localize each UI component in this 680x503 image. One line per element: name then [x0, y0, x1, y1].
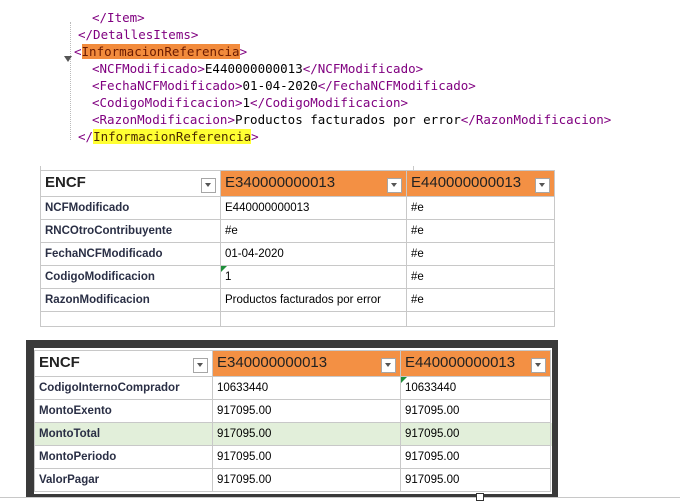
table-row: RNCOtroContribuyente #e #e [40, 219, 555, 243]
dropdown-arrow-icon[interactable] [535, 178, 550, 193]
table-row: CodigoModificacion 1 #e [40, 265, 555, 289]
xml-line-razon: <RazonModificacion>Productos facturados … [92, 112, 612, 127]
row-label[interactable]: MontoPeriodo [34, 445, 213, 469]
dropdown-arrow-icon[interactable] [387, 178, 402, 193]
table2-header-col2[interactable]: E440000000013 [400, 350, 551, 377]
row-label[interactable] [40, 311, 221, 327]
tree-guide-line [70, 22, 71, 140]
table-row: RazonModificacion Productos facturados p… [40, 288, 555, 312]
table2-edge [550, 350, 552, 377]
row-label[interactable]: CodigoModificacion [40, 265, 221, 289]
xml-line-inforef-open: <InformacionReferencia> [74, 44, 248, 59]
cell[interactable]: #e [406, 196, 555, 220]
cell[interactable]: 917095.00 [212, 399, 401, 423]
cell[interactable]: Productos facturados por error [220, 288, 407, 312]
table1-header-row: ENCF E340000000013 E440000000013 [40, 170, 555, 197]
row-label[interactable]: MontoExento [34, 399, 213, 423]
table-row: CodigoInternoComprador 10633440 10633440 [34, 376, 553, 400]
fill-handle-icon[interactable] [476, 493, 484, 501]
table2-header-encf[interactable]: ENCF [34, 350, 213, 377]
table2-container: ENCF E340000000013 E440000000013 CodigoI… [34, 348, 552, 494]
xml-line-detalles-close: </DetallesItems> [78, 27, 199, 42]
xml-line-item-close: </Item> [92, 10, 145, 25]
row-label[interactable]: RazonModificacion [40, 288, 221, 312]
cell[interactable]: 917095.00 [400, 399, 551, 423]
row-label[interactable]: ValorPagar [34, 468, 213, 492]
cell[interactable]: E440000000013 [220, 196, 407, 220]
row-label[interactable]: MontoTotal [34, 422, 213, 446]
cell[interactable]: #e [406, 265, 555, 289]
collapse-triangle-icon[interactable] [64, 56, 72, 62]
xml-line-codigo: <CodigoModificacion>1</CodigoModificacio… [92, 95, 409, 110]
dropdown-arrow-icon[interactable] [193, 358, 208, 373]
table-row: MontoExento 917095.00 917095.00 [34, 399, 553, 423]
bottom-divider [0, 497, 680, 498]
table1-header-col1[interactable]: E340000000013 [220, 170, 407, 197]
row-label[interactable]: FechaNCFModificado [40, 242, 221, 266]
table-row: MontoPeriodo 917095.00 917095.00 [34, 445, 553, 469]
cell[interactable] [406, 311, 555, 327]
cell[interactable]: 917095.00 [212, 422, 401, 446]
table2-edge [551, 377, 553, 400]
cell[interactable]: #e [406, 288, 555, 312]
xml-viewer: </Item> </DetallesItems> <InformacionRef… [40, 0, 680, 160]
row-label[interactable]: CodigoInternoComprador [34, 376, 213, 400]
table2: ENCF E340000000013 E440000000013 CodigoI… [34, 350, 552, 492]
xml-line-fecha: <FechaNCFModificado>01-04-2020</FechaNCF… [92, 78, 476, 93]
filter-icon[interactable] [381, 358, 396, 373]
cell[interactable]: 01-04-2020 [220, 242, 407, 266]
cell[interactable]: 917095.00 [212, 468, 401, 492]
table2-header-row: ENCF E340000000013 E440000000013 [34, 350, 552, 377]
table-row: FechaNCFModificado 01-04-2020 #e [40, 242, 555, 266]
inforef-open-highlight[interactable]: InformacionReferencia [81, 44, 240, 59]
table1-header-encf[interactable]: ENCF [40, 170, 221, 197]
xml-line-ncf: <NCFModificado>E440000000013</NCFModific… [92, 61, 424, 76]
cell[interactable] [220, 311, 407, 327]
table-row: ValorPagar 917095.00 917095.00 [34, 468, 553, 492]
xml-line-inforef-close: </InformacionReferencia> [78, 129, 259, 144]
row-label[interactable]: RNCOtroContribuyente [40, 219, 221, 243]
cell[interactable]: #e [406, 219, 555, 243]
row-label[interactable]: NCFModificado [40, 196, 221, 220]
cell[interactable]: #e [220, 219, 407, 243]
table-row-selected: MontoTotal 917095.00 917095.00 [34, 422, 552, 446]
cell[interactable]: 917095.00 [400, 422, 551, 446]
cell[interactable]: #e [406, 242, 555, 266]
cell[interactable]: 917095.00 [400, 445, 551, 469]
table2-edge [550, 422, 552, 446]
cell[interactable]: 10633440 [400, 376, 551, 400]
cell[interactable]: 917095.00 [212, 445, 401, 469]
cell[interactable]: 917095.00 [400, 468, 551, 492]
table2-edge [551, 400, 553, 423]
table1: ENCF E340000000013 E440000000013 NCFModi… [40, 170, 555, 327]
table1-header-col2[interactable]: E440000000013 [406, 170, 555, 197]
table2-edge [551, 446, 553, 469]
table-row: NCFModificado E440000000013 #e [40, 196, 555, 220]
table2-edge [551, 469, 553, 492]
cell[interactable]: 1 [220, 265, 407, 289]
table2-header-col1[interactable]: E340000000013 [212, 350, 401, 377]
table-row [40, 311, 555, 327]
inforef-close-highlight[interactable]: InformacionReferencia [93, 129, 252, 144]
dropdown-arrow-icon[interactable] [201, 178, 216, 193]
cell[interactable]: 10633440 [212, 376, 401, 400]
dropdown-arrow-icon[interactable] [531, 358, 546, 373]
